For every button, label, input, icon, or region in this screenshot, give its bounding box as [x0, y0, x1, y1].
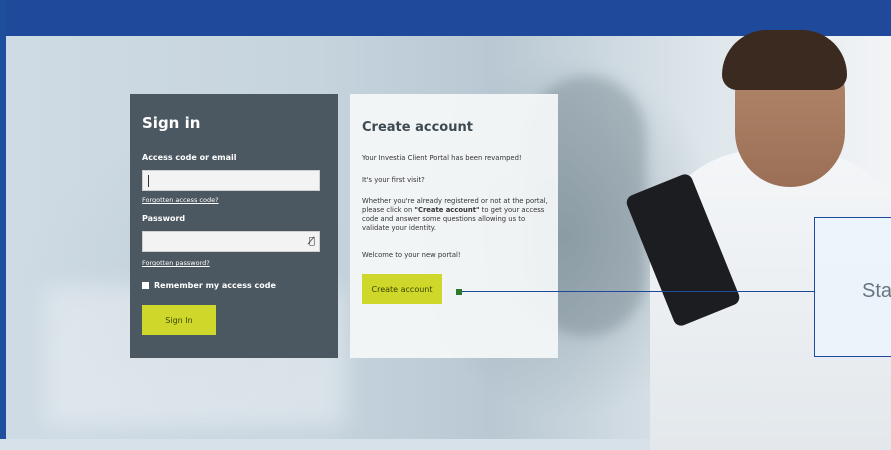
first-visit-text: It's your first visit?: [362, 176, 425, 184]
eye-slash-icon[interactable]: 👁̸: [309, 236, 315, 247]
callout-anchor-dot: [456, 289, 462, 295]
access-code-input[interactable]: [142, 170, 320, 191]
signin-title: Sign in: [142, 114, 201, 132]
callout-connector-line: [462, 291, 814, 292]
access-code-label: Access code or email: [142, 153, 237, 162]
callout-text: Sta: [862, 280, 891, 302]
create-account-panel: Create account Your Investia Client Port…: [350, 94, 558, 358]
forgot-password-link[interactable]: Forgotten password?: [142, 259, 210, 267]
password-input[interactable]: 👁̸: [142, 231, 320, 252]
create-account-title: Create account: [362, 120, 473, 135]
callout-box: Sta: [814, 217, 891, 357]
man-hair-image: [722, 30, 847, 90]
text-caret: [148, 175, 149, 187]
revamped-text: Your Investia Client Portal has been rev…: [362, 154, 522, 162]
forgot-access-code-link[interactable]: Forgotten access code?: [142, 196, 219, 204]
create-account-button[interactable]: Create account: [362, 274, 442, 304]
remember-label: Remember my access code: [154, 281, 276, 290]
instructions-text: Whether you're already registered or not…: [362, 197, 548, 233]
welcome-text: Welcome to your new portal!: [362, 251, 461, 259]
password-label: Password: [142, 214, 186, 223]
sign-in-button[interactable]: Sign In: [142, 305, 216, 335]
remember-checkbox[interactable]: [142, 282, 149, 289]
instructions-bold: "Create account": [414, 206, 480, 214]
signin-panel: Sign in Access code or email Forgotten a…: [130, 94, 338, 358]
remember-access-code[interactable]: Remember my access code: [142, 281, 276, 290]
